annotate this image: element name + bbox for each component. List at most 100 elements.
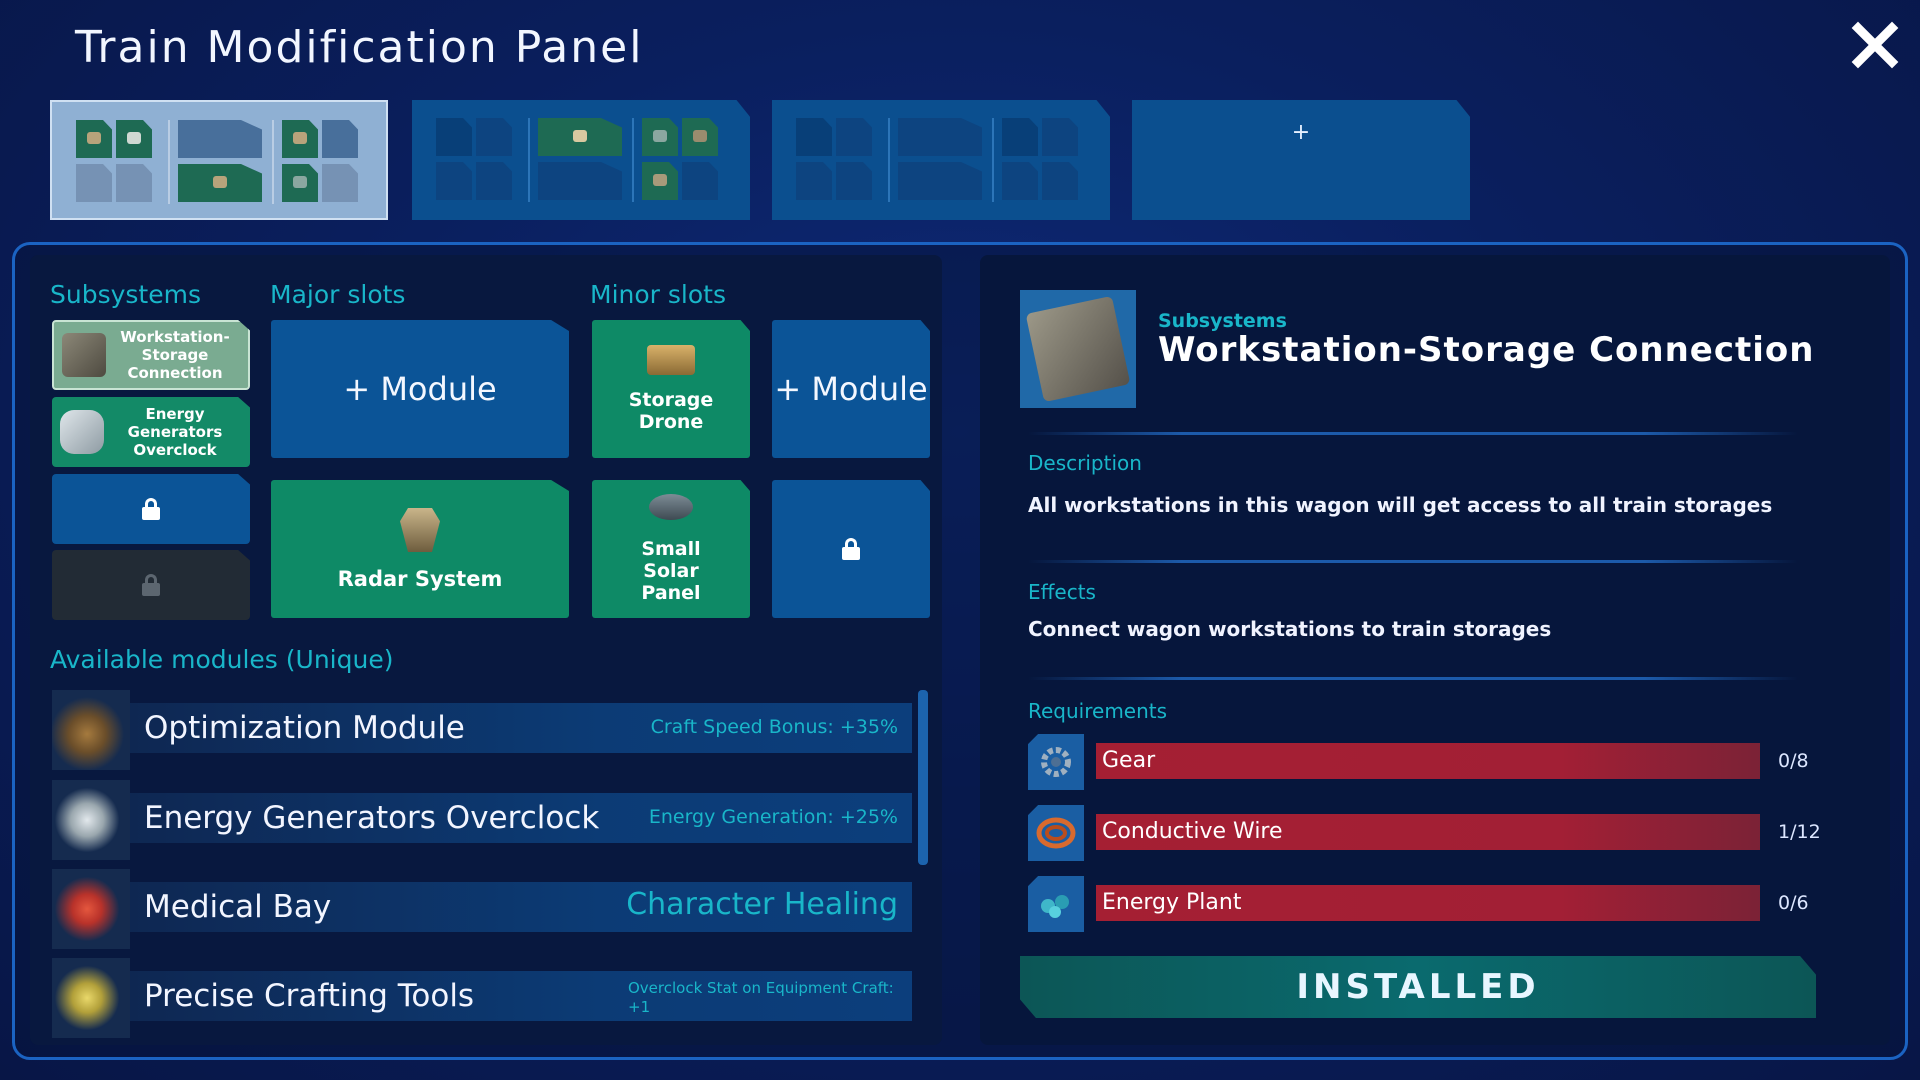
minor-slots-label: Minor slots (590, 280, 726, 309)
module-energy-overclock[interactable]: Energy Generators Overclock Energy Gener… (52, 780, 912, 860)
minor-slot-empty[interactable]: + Module (772, 320, 930, 458)
wagon-slot (178, 164, 262, 202)
wagon-slot (796, 118, 832, 156)
energy-generator-icon (60, 410, 104, 454)
slot-name: Storage Drone (628, 389, 714, 433)
minor-slot-locked[interactable] (772, 480, 930, 618)
subsystem-slot-workstation-storage[interactable]: Workstation-Storage Connection (52, 320, 250, 390)
gears-icon (52, 690, 130, 770)
plus-icon: + (1291, 120, 1311, 145)
subsystems-label: Subsystems (50, 280, 201, 309)
module-name: Energy Generators Overclock (144, 800, 600, 836)
wagon-slot (538, 118, 622, 156)
wagon-slot (642, 162, 678, 200)
requirement-count: 0/8 (1778, 750, 1809, 772)
requirement-count: 1/12 (1778, 821, 1821, 843)
module-stat: Craft Speed Bonus: +35% (650, 716, 898, 738)
minor-slot-small-solar-panel[interactable]: Small Solar Panel (592, 480, 750, 618)
subsystem-label: Workstation-Storage Connection (120, 328, 230, 382)
lock-icon (142, 574, 160, 596)
divider (1028, 432, 1798, 435)
effects-label: Effects (1028, 580, 1096, 604)
add-wagon-button[interactable]: + (1132, 100, 1470, 220)
wagon-tab-1[interactable] (50, 100, 388, 220)
medkit-icon (52, 869, 130, 949)
wagon-slot (178, 120, 262, 158)
gear-icon (1028, 734, 1084, 790)
wagon-slot (476, 118, 512, 156)
workstation-storage-icon (62, 333, 106, 377)
requirement-conductive-wire: Conductive Wire 1/12 (1028, 805, 1821, 861)
solar-panel-icon (649, 494, 693, 520)
wagon-slot (436, 118, 472, 156)
wagon-slot (836, 118, 872, 156)
major-slot-radar-system[interactable]: Radar System (271, 480, 569, 618)
wagon-slot (898, 162, 982, 200)
wagon-slot (1002, 162, 1038, 200)
close-icon[interactable] (1850, 20, 1900, 70)
subsystem-slot-energy-overclock[interactable]: Energy Generators Overclock (52, 397, 250, 467)
subsystem-slot-disabled (52, 550, 250, 620)
module-precise-crafting-tools[interactable]: Precise Crafting Tools Overclock Stat on… (52, 958, 912, 1038)
detail-category: Subsystems (1158, 310, 1287, 332)
energy-plant-icon (1028, 876, 1084, 932)
add-module-label: + Module (774, 370, 928, 408)
description-label: Description (1028, 451, 1142, 475)
energy-generator-icon (52, 780, 130, 860)
module-name: Medical Bay (144, 889, 332, 925)
module-name: Precise Crafting Tools (144, 978, 475, 1014)
storage-drone-icon (647, 345, 695, 375)
wagon-slot (1042, 162, 1078, 200)
slot-name: Radar System (337, 567, 503, 591)
description-text: All workstations in this wagon will get … (1028, 493, 1773, 517)
wagon-tab-3[interactable] (772, 100, 1110, 220)
wagon-slot (282, 120, 318, 158)
wagon-slot (898, 118, 982, 156)
module-stat: Overclock Stat on Equipment Craft: +1 (628, 979, 894, 1016)
available-modules-label: Available modules (Unique) (50, 645, 394, 674)
module-medical-bay[interactable]: Medical Bay Character Healing (52, 869, 912, 949)
wagon-slot (76, 120, 112, 158)
major-slots-label: Major slots (270, 280, 406, 309)
module-optimization[interactable]: Optimization Module Craft Speed Bonus: +… (52, 690, 912, 770)
wagon-slot (282, 164, 318, 202)
wagon-slot (642, 118, 678, 156)
radar-system-icon (400, 508, 440, 552)
requirement-count: 0/6 (1778, 892, 1809, 914)
wagon-slot (116, 164, 152, 202)
wagon-slot (796, 162, 832, 200)
major-slot-empty[interactable]: + Module (271, 320, 569, 458)
wagon-slot (76, 164, 112, 202)
lock-icon (842, 538, 860, 560)
wagon-slot (476, 162, 512, 200)
requirement-gear: Gear 0/8 (1028, 734, 1818, 790)
wire-coil-icon (1028, 805, 1084, 861)
requirement-energy-plant: Energy Plant 0/6 (1028, 876, 1818, 932)
divider (1028, 560, 1798, 563)
crafting-tools-icon (52, 958, 130, 1038)
wagon-slot (322, 120, 358, 158)
lock-icon (142, 498, 160, 520)
wagon-slot (116, 120, 152, 158)
installed-button[interactable]: INSTALLED (1020, 956, 1816, 1018)
modules-scrollbar[interactable] (918, 690, 928, 865)
workstation-storage-icon (1020, 290, 1136, 408)
subsystem-slot-locked[interactable] (52, 474, 250, 544)
requirement-name: Gear (1102, 748, 1156, 773)
wagon-slot (1002, 118, 1038, 156)
wagon-slot (436, 162, 472, 200)
add-module-label: + Module (343, 370, 497, 408)
wagon-tab-2[interactable] (412, 100, 750, 220)
effects-text: Connect wagon workstations to train stor… (1028, 617, 1552, 641)
module-stat: Energy Generation: +25% (648, 806, 898, 828)
wagon-slot (836, 162, 872, 200)
minor-slot-storage-drone[interactable]: Storage Drone (592, 320, 750, 458)
module-stat: Character Healing (626, 887, 898, 922)
divider (1028, 677, 1798, 680)
requirement-name: Energy Plant (1102, 890, 1242, 915)
requirement-name: Conductive Wire (1102, 819, 1283, 844)
slot-name: Small Solar Panel (641, 538, 701, 604)
page-title: Train Modification Panel (75, 22, 644, 73)
wagon-slot (682, 162, 718, 200)
subsystem-label: Energy Generators Overclock (127, 405, 223, 459)
